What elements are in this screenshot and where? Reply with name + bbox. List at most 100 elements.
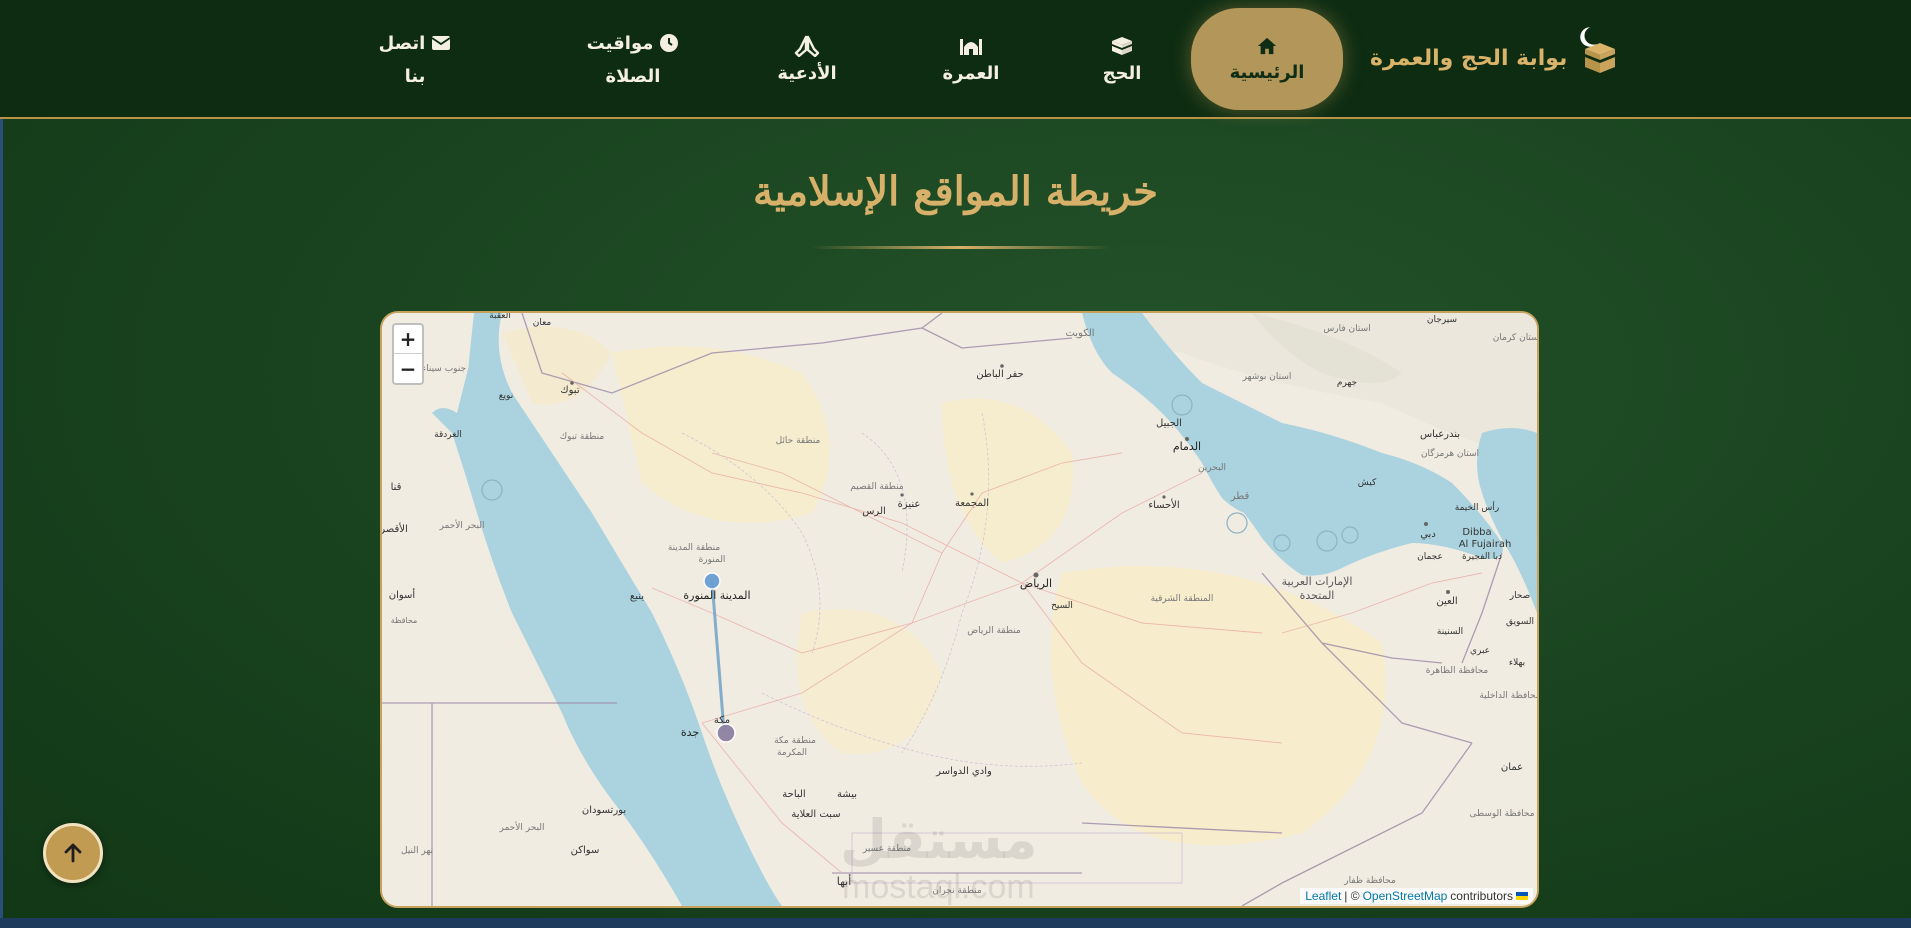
map-label-jubail: الجبيل [1156, 418, 1182, 429]
map-label-uae2: المتحدة [1300, 589, 1335, 602]
zoom-in-button[interactable]: + [394, 325, 422, 354]
map-attribution: Leaflet | © OpenStreetMap contributors [1300, 888, 1533, 904]
map-label-red-sea-sudan: البحر الأحمر [499, 821, 545, 833]
map-label-wusta: محافظة الوسطى [1469, 809, 1534, 819]
map-label-oman: عمان [1501, 762, 1523, 773]
map-label-ain: العين [1436, 596, 1457, 607]
ukraine-flag-icon [1516, 892, 1528, 900]
zoom-out-button[interactable]: − [394, 354, 422, 383]
nav-hajj-label: الحج [1102, 63, 1142, 84]
nav-prayer-times-line2: الصلاة [605, 65, 661, 87]
map-label-asir: منطقة عسير [862, 844, 911, 854]
map-label-makkah-region: منطقة مكة [774, 736, 816, 746]
map-label-jeddah: جدة [681, 726, 699, 739]
praying-hands-icon [794, 35, 820, 57]
map-label-nuweiba: نويع [499, 391, 513, 401]
nav-home-label: الرئيسية [1229, 61, 1305, 83]
map-label-riyadh-region: منطقة الرياض [967, 626, 1021, 636]
map-label-baha: الباحة [782, 789, 805, 800]
attribution-suffix: contributors [1450, 889, 1513, 903]
map-label-makkah: مكة [714, 715, 730, 726]
nav-duas-label: الأدعية [777, 63, 837, 84]
nav-hajj[interactable]: الحج [1072, 12, 1172, 107]
map-label-hurghada: الغردقة [434, 430, 462, 440]
map-label-mahajah: محافظة [391, 616, 418, 625]
map-label-nile: نهر النيل [401, 846, 433, 856]
nav-contact-line1: اتصل [378, 32, 426, 54]
nav-umrah[interactable]: العمرة [921, 12, 1021, 107]
brand[interactable]: بوابة الحج والعمرة [1370, 38, 1619, 78]
map-label-bandar-abbas: بندرعباس [1420, 429, 1460, 440]
map-label-ajman: عجمان [1417, 552, 1443, 562]
page-title: خريطة المواقع الإسلامية [753, 168, 1158, 215]
map-label-qassim: منطقة القصيم [850, 482, 904, 492]
map-label-dawasir: وادي الدواسر [935, 766, 992, 777]
map-label-kerman: استان كرمان [1493, 333, 1537, 343]
map-label-suwaiq: السويق [1506, 617, 1534, 627]
map-label-ahsa: الأحساء [1148, 498, 1179, 511]
map-label-bisha: بيشة [837, 789, 857, 800]
map-label-qilwah: سبت العلاية [791, 809, 840, 820]
nav-umrah-label: العمرة [942, 63, 1000, 84]
map-container[interactable]: المدينة المنورة منطقة المدينة المنورة مك… [380, 311, 1539, 908]
nav-prayer-times[interactable]: مواقيت الصلاة [573, 12, 693, 107]
map-label-tabuk-region: منطقة تبوك [560, 432, 605, 442]
attribution-separator: | © [1344, 889, 1360, 903]
map-label-maan: معان [533, 318, 552, 328]
map-label-dibba: Dibba [1462, 527, 1491, 538]
map-label-aswan: أسوان [389, 588, 416, 601]
map-label-dammam: الدمام [1173, 440, 1201, 453]
home-icon [1257, 37, 1277, 54]
map-label-madinah: المدينة المنورة [683, 589, 750, 602]
map-label-dhahirah: محافظة الظاهرة [1426, 666, 1489, 676]
map-tiles[interactable]: المدينة المنورة منطقة المدينة المنورة مك… [382, 313, 1537, 906]
map-label-sohar: صحار [1509, 591, 1531, 601]
map-label-majmaah: المجمعة [955, 498, 989, 509]
map-label-bahla: بهلاء [1509, 658, 1525, 668]
map-label-kish: کیش [1358, 478, 1377, 488]
kaaba-icon [1585, 43, 1616, 73]
nav-duas[interactable]: الأدعية [757, 12, 857, 107]
map-label-luxor: الأقصر [382, 522, 408, 535]
map-label-jahrom: جهرم [1337, 378, 1357, 388]
map-label-sirjan: سيرجان [1427, 315, 1457, 325]
top-navbar: بوابة الحج والعمرة الرئيسية الحج العمرة [0, 0, 1911, 119]
map-label-sunaynah: السنينة [1437, 627, 1463, 637]
map-label-madinah-region2: المنورة [699, 555, 726, 565]
arrow-up-icon [64, 843, 82, 863]
map-label-rass: الرس [862, 506, 886, 517]
map-label-yanbu: ينبع [630, 591, 644, 602]
scroll-to-top-button[interactable] [43, 823, 103, 883]
map-label-tabuk: تبوك [560, 385, 579, 396]
map-label-madinah-region: منطقة المدينة [668, 543, 721, 553]
map-label-suakin: سواكن [571, 845, 600, 856]
map-label-kuwait: الكويت [1065, 328, 1094, 339]
osm-link[interactable]: OpenStreetMap [1363, 889, 1448, 903]
map-label-ibri: عبري [1470, 646, 1490, 656]
zoom-control: + − [392, 323, 424, 385]
leaflet-link[interactable]: Leaflet [1305, 889, 1341, 903]
nav-home[interactable]: الرئيسية [1191, 8, 1343, 110]
map-label-fars: استان فارس [1323, 324, 1370, 334]
map-label-fujairah: Al Fujairah [1459, 539, 1512, 550]
bottom-strip [0, 918, 1911, 928]
nav-contact[interactable]: اتصل بنا [365, 12, 465, 107]
map-label-dhofar: محافظة ظفار [1343, 876, 1396, 886]
map-label-rak: رأس الخيمة [1455, 501, 1500, 513]
map-label-qatar: قطر [1230, 491, 1250, 502]
brand-title: بوابة الحج والعمرة [1370, 45, 1568, 71]
map-label-dubai: دبي [1420, 529, 1436, 540]
title-divider [811, 246, 1111, 249]
clock-icon [660, 34, 679, 52]
map-label-bushehr: استان بوشهر [1242, 372, 1292, 382]
map-label-unaizah: عنيزة [898, 499, 921, 510]
nav-prayer-times-line1: مواقيت [586, 32, 654, 54]
makkah-marker [716, 723, 736, 743]
mosque-icon [960, 39, 982, 55]
madinah-marker [703, 572, 721, 590]
map-label-hafr: حفر الباطن [976, 369, 1023, 380]
window-left-edge [0, 0, 3, 928]
map-label-makkah-region2: المكرمة [777, 748, 807, 758]
map-label-fujairah-ar: دبا الفجيرة [1462, 552, 1502, 562]
map-label-dakhiliyah: محافظة الداخلية [1479, 691, 1537, 701]
